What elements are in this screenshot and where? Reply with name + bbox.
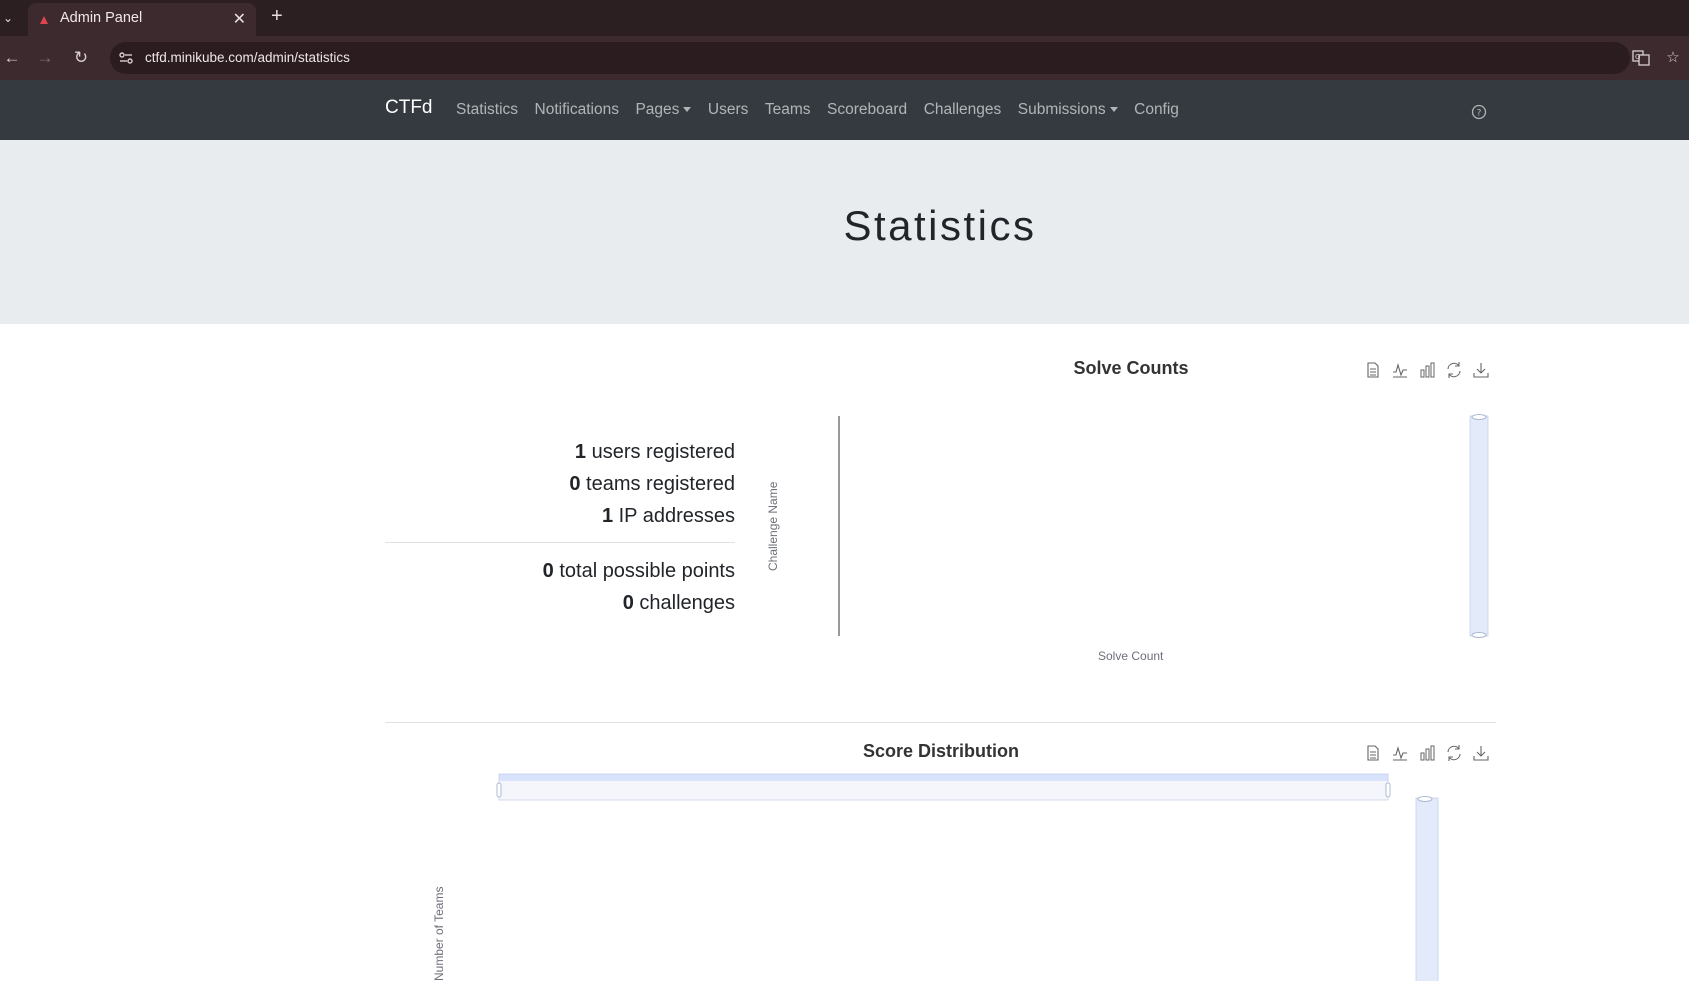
plus-icon[interactable]: + [271, 5, 283, 28]
top-navbar: CTFd Statistics Notifications Pages User… [0, 80, 1689, 140]
stat-challenges-label: challenges [639, 592, 735, 614]
stat-ips-value: 1 [601, 505, 614, 527]
nav-item-statistics[interactable]: Statistics [456, 101, 518, 119]
stat-teams: 0 teams registered [385, 468, 735, 500]
stats-summary: 1 users registered 0 teams registered 1 … [385, 436, 735, 619]
vertical-datazoom-slider[interactable] [1415, 796, 1439, 981]
x-axis-name: Solve Count [1098, 649, 1164, 663]
svg-text:?: ? [1477, 109, 1482, 119]
nav-item-submissions-label: Submissions [1017, 101, 1106, 118]
nav-item-teams[interactable]: Teams [765, 101, 811, 119]
section-divider [385, 722, 1496, 723]
address-bar: ← → ↻ ctfd.minikube.com/admin/statistics… [0, 36, 1689, 80]
score-distribution-plot [496, 773, 1439, 981]
chart-title: Solve Counts [1073, 358, 1189, 378]
nav-item-notifications[interactable]: Notifications [535, 101, 619, 119]
stat-points-label: total possible points [559, 560, 735, 582]
y-axis-name: Challenge Name [766, 481, 780, 571]
nav-item-pages-label: Pages [635, 101, 680, 118]
nav-menu: Statistics Notifications Pages Users Tea… [456, 80, 1195, 140]
data-view-icon[interactable] [1359, 360, 1386, 380]
line-chart-icon[interactable] [1386, 743, 1413, 763]
nav-item-scoreboard[interactable]: Scoreboard [827, 101, 907, 119]
stat-challenges: 0 challenges [385, 587, 735, 619]
nav-item-config[interactable]: Config [1134, 101, 1179, 119]
page-title: Statistics [843, 202, 1037, 249]
page-header: Statistics [0, 140, 1689, 324]
stat-points: 0 total possible points [385, 555, 735, 587]
download-icon[interactable] [1467, 743, 1494, 763]
horizontal-datazoom-slider[interactable] [496, 773, 1391, 801]
browser-tab[interactable]: Admin Panel ✕ [28, 3, 256, 36]
forward-icon[interactable]: → [33, 46, 57, 70]
question-circle-icon[interactable]: ? [1471, 104, 1487, 120]
nav-item-challenges[interactable]: Challenges [924, 101, 1002, 119]
bar-chart-icon[interactable] [1413, 743, 1440, 763]
site-settings-icon[interactable] [118, 50, 134, 66]
chart-toolbox [1359, 743, 1494, 763]
y-axis-name: Number of Teams [432, 886, 446, 981]
stat-points-value: 0 [542, 560, 554, 582]
chart-title: Score Distribution [862, 741, 1019, 761]
url-text: ctfd.minikube.com/admin/statistics [145, 50, 350, 65]
caret-down-icon [683, 107, 692, 113]
bar-chart-icon[interactable] [1413, 360, 1440, 380]
stat-ips: 1 IP addresses [385, 500, 735, 532]
reload-icon[interactable]: ↻ [69, 46, 93, 70]
chart-toolbox [1359, 360, 1494, 380]
stats-divider [385, 542, 735, 543]
tab-title: Admin Panel [60, 10, 143, 26]
download-icon[interactable] [1467, 360, 1494, 380]
line-chart-icon[interactable] [1386, 360, 1413, 380]
star-icon[interactable]: ☆ [1661, 46, 1685, 70]
tab-list-icon[interactable]: ⌄ [0, 8, 16, 28]
back-icon[interactable]: ← [0, 46, 24, 70]
browser-tab-bar: ⌄ Admin Panel ✕ + [0, 0, 1689, 36]
svg-text:G: G [1635, 53, 1640, 61]
restore-icon[interactable] [1440, 360, 1467, 380]
stat-challenges-value: 0 [622, 592, 634, 614]
nav-item-users[interactable]: Users [708, 101, 748, 119]
brand-logo[interactable]: CTFd [385, 97, 433, 119]
caret-down-icon [1109, 107, 1118, 113]
stat-users-label: users registered [591, 441, 735, 463]
ctfd-favicon-icon [40, 16, 48, 24]
solve-counts-plot [838, 414, 1489, 638]
close-icon[interactable]: ✕ [233, 9, 246, 29]
restore-icon[interactable] [1440, 743, 1467, 763]
nav-item-submissions[interactable]: Submissions [1018, 101, 1118, 119]
data-view-icon[interactable] [1359, 743, 1386, 763]
stat-teams-label: teams registered [586, 473, 735, 495]
translate-icon[interactable]: G [1629, 46, 1653, 70]
stat-users: 1 users registered [385, 436, 735, 468]
stat-teams-value: 0 [569, 473, 581, 495]
stat-users-value: 1 [574, 441, 587, 463]
nav-item-pages[interactable]: Pages [635, 101, 692, 119]
vertical-datazoom-slider[interactable] [1469, 414, 1489, 638]
stat-ips-label: IP addresses [618, 505, 735, 527]
url-field[interactable]: ctfd.minikube.com/admin/statistics [110, 42, 1630, 74]
